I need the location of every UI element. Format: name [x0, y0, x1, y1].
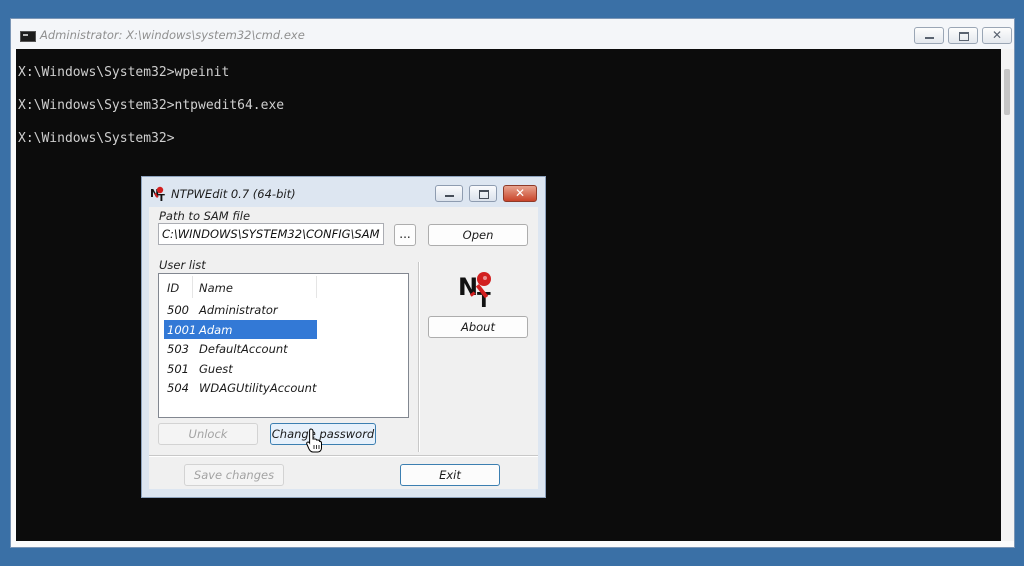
sam-path-input[interactable]: C:\WINDOWS\SYSTEM32\CONFIG\SAM — [158, 223, 384, 245]
cmd-close-button[interactable]: ✕ — [982, 27, 1012, 44]
maximize-icon — [479, 190, 489, 199]
column-header-name[interactable]: Name — [199, 281, 233, 295]
table-row[interactable]: 501 Guest — [164, 359, 317, 378]
cmd-minimize-button[interactable] — [914, 27, 944, 44]
unlock-button[interactable]: Unlock — [158, 423, 258, 445]
column-header-id[interactable]: ID — [167, 281, 179, 295]
table-row[interactable]: 503 DefaultAccount — [164, 339, 317, 358]
user-id: 1001 — [167, 323, 197, 337]
vertical-divider-highlight — [419, 262, 420, 452]
ntpwedit-dialog: N T NTPWEdit 0.7 (64-bit) ✕ Path to SAM … — [141, 176, 546, 498]
user-name: WDAGUtilityAccount — [199, 381, 317, 395]
user-name: Guest — [199, 362, 233, 376]
console-line: X:\Windows\System32>ntpwedit64.exe — [18, 98, 285, 113]
dialog-client-area: Path to SAM file C:\WINDOWS\SYSTEM32\CON… — [149, 207, 538, 489]
mouse-pointer-hand-icon — [306, 428, 322, 453]
dialog-minimize-button[interactable] — [435, 185, 463, 202]
horizontal-divider-highlight — [149, 456, 538, 457]
user-id: 500 — [167, 303, 189, 317]
list-header: ID Name — [159, 274, 408, 300]
dialog-maximize-button[interactable] — [469, 185, 497, 202]
browse-button[interactable]: ... — [394, 224, 416, 246]
svg-text:N: N — [458, 273, 478, 301]
exit-button[interactable]: Exit — [400, 464, 500, 486]
user-name: Adam — [199, 323, 233, 337]
column-separator[interactable] — [316, 276, 317, 298]
user-name: DefaultAccount — [199, 342, 288, 356]
path-label: Path to SAM file — [159, 209, 251, 223]
console-prompt: X:\Windows\System32> — [18, 131, 175, 146]
cmd-maximize-button[interactable] — [948, 27, 978, 44]
change-password-button[interactable]: Change password — [270, 423, 376, 445]
close-icon: ✕ — [991, 28, 1003, 42]
user-list-label: User list — [159, 258, 206, 272]
column-separator[interactable] — [192, 276, 193, 298]
minimize-icon — [925, 37, 934, 39]
table-row[interactable]: 500 Administrator — [164, 300, 317, 319]
console-scrollbar[interactable] — [1001, 49, 1014, 541]
ntpwedit-app-icon: N T — [150, 186, 165, 201]
maximize-icon — [959, 32, 969, 41]
user-list[interactable]: ID Name 500 Administrator 1001 Adam 503 … — [158, 273, 409, 418]
user-id: 504 — [167, 381, 189, 395]
dialog-title: NTPWEdit 0.7 (64-bit) — [171, 187, 296, 201]
dialog-close-button[interactable]: ✕ — [503, 185, 537, 202]
cmd-app-icon — [20, 31, 36, 42]
table-row-selected[interactable]: 1001 Adam — [164, 320, 317, 339]
table-row[interactable]: 504 WDAGUtilityAccount — [164, 378, 317, 397]
about-button[interactable]: About — [428, 316, 528, 338]
cmd-window-title: Administrator: X:\windows\system32\cmd.e… — [40, 28, 305, 42]
save-changes-button[interactable]: Save changes — [184, 464, 284, 486]
svg-text:T: T — [158, 193, 165, 201]
minimize-icon — [445, 195, 454, 197]
scrollbar-thumb[interactable] — [1004, 69, 1010, 115]
nt-key-logo: N T — [458, 272, 491, 308]
user-id: 501 — [167, 362, 189, 376]
user-name: Administrator — [199, 303, 278, 317]
open-button[interactable]: Open — [428, 224, 528, 246]
cmd-titlebar[interactable]: Administrator: X:\windows\system32\cmd.e… — [11, 19, 1014, 49]
user-id: 503 — [167, 342, 189, 356]
close-icon: ✕ — [514, 186, 526, 200]
console-line: X:\Windows\System32>wpeinit — [18, 65, 230, 80]
